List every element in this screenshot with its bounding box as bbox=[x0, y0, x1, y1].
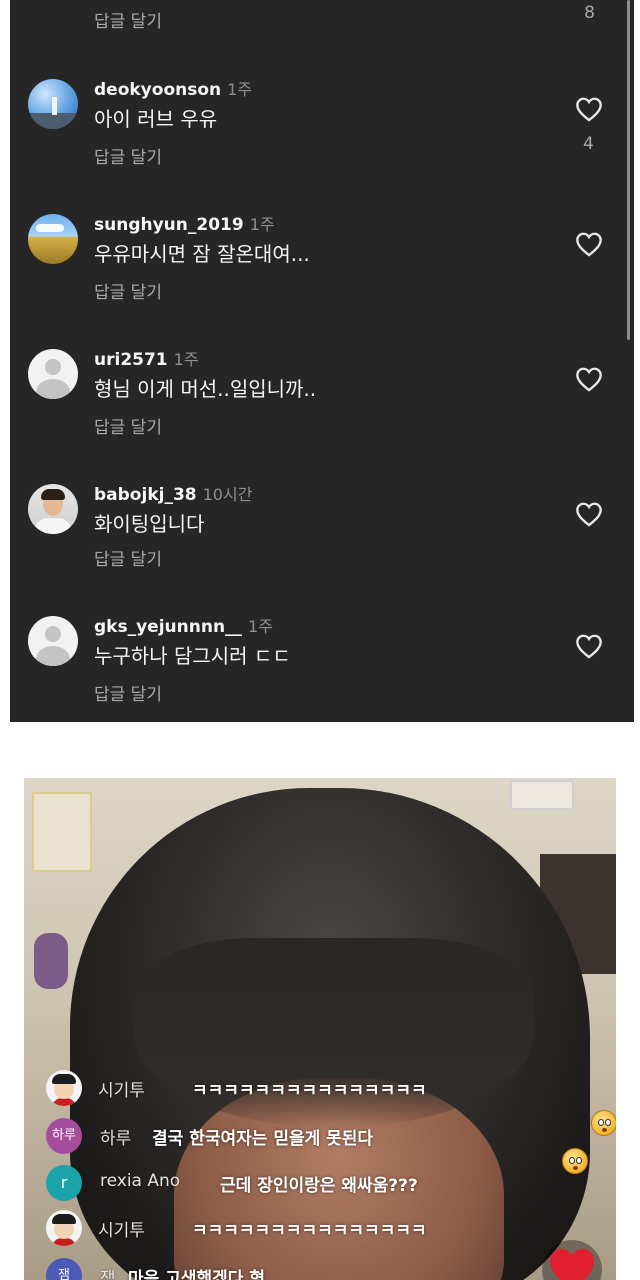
reply-button[interactable]: 답글 달기 bbox=[94, 143, 162, 168]
chat-text: ㅋㅋㅋㅋㅋㅋㅋㅋㅋㅋㅋㅋㅋㅋㅋ bbox=[192, 1221, 427, 1241]
comment-item: uri2571 1주 형님 이게 머선..일입니까.. 답글 달기 bbox=[10, 346, 634, 466]
flushed-emoji-icon bbox=[591, 1110, 616, 1136]
comment-item: deokyoonson 1주 아이 러브 우유 답글 달기 4 bbox=[10, 76, 634, 196]
comment-text: 형님 이게 머선..일입니까.. bbox=[94, 377, 317, 401]
comment-text: 우유마시면 잠 잘온대여... bbox=[94, 242, 310, 266]
comment-username[interactable]: sunghyun_2019 bbox=[94, 215, 244, 235]
chat-message: 시기투 ㅋㅋㅋㅋㅋㅋㅋㅋㅋㅋㅋㅋㅋㅋㅋ bbox=[46, 1210, 566, 1246]
comment-meta: deokyoonson 1주 bbox=[94, 76, 252, 100]
wall-socket bbox=[510, 780, 574, 810]
comment-item: gks_yejunnnn__ 1주 누구하나 담그시러 ㄷㄷ 답글 달기 bbox=[10, 613, 634, 722]
like-heart-icon[interactable] bbox=[575, 366, 603, 392]
like-heart-icon[interactable] bbox=[575, 231, 603, 257]
flushed-emoji-icon bbox=[562, 1148, 588, 1174]
wall-frame bbox=[32, 792, 92, 872]
avatar[interactable] bbox=[28, 79, 78, 129]
comment-text: 누구하나 담그시러 ㄷㄷ bbox=[94, 644, 291, 668]
chat-message: 하루 하루 결국 한국여자는 믿을게 못된다 bbox=[46, 1118, 566, 1154]
chat-text: ㅋㅋㅋㅋㅋㅋㅋㅋㅋㅋㅋㅋㅋㅋㅋ bbox=[192, 1081, 427, 1101]
reply-button[interactable]: 답글 달기 bbox=[94, 680, 162, 705]
reply-button[interactable]: 답글 달기 bbox=[94, 413, 162, 438]
comment-time: 1주 bbox=[173, 350, 199, 369]
comment-meta: gks_yejunnnn__ 1주 bbox=[94, 613, 273, 637]
like-heart-icon[interactable] bbox=[575, 96, 603, 122]
like-heart-icon[interactable] bbox=[575, 501, 603, 527]
avatar[interactable] bbox=[28, 349, 78, 399]
comment-text: 아이 러브 우유 bbox=[94, 107, 218, 131]
comment-meta: babojkj_38 10시간 bbox=[94, 481, 252, 505]
chat-username[interactable]: 하루 bbox=[100, 1124, 131, 1149]
like-count: 4 bbox=[583, 134, 594, 154]
chat-text: 근데 장인이랑은 왜싸움??? bbox=[220, 1176, 418, 1196]
comment-meta: sunghyun_2019 1주 bbox=[94, 211, 275, 235]
comment-item: babojkj_38 10시간 화이팅입니다 답글 달기 bbox=[10, 481, 634, 601]
avatar[interactable] bbox=[28, 214, 78, 264]
reply-button[interactable]: 답글 달기 bbox=[94, 7, 162, 32]
chat-message: r rexia Ano 근데 장인이랑은 왜싸움??? bbox=[46, 1165, 566, 1201]
comment-username[interactable]: deokyoonson bbox=[94, 80, 221, 100]
chat-avatar[interactable] bbox=[46, 1070, 82, 1106]
avatar[interactable] bbox=[28, 484, 78, 534]
reply-button[interactable]: 답글 달기 bbox=[94, 278, 162, 303]
chat-avatar[interactable]: 잼 bbox=[46, 1258, 82, 1280]
comment-item: sunghyun_2019 1주 우유마시면 잠 잘온대여... 답글 달기 bbox=[10, 211, 634, 331]
chat-avatar[interactable]: r bbox=[46, 1165, 82, 1201]
avatar[interactable] bbox=[28, 616, 78, 666]
comment-text: 화이팅입니다 bbox=[94, 512, 205, 536]
reply-button[interactable]: 답글 달기 bbox=[94, 545, 162, 570]
like-reaction-button[interactable] bbox=[542, 1240, 602, 1280]
comment-username[interactable]: babojkj_38 bbox=[94, 485, 197, 505]
live-video-frame: 시기투 ㅋㅋㅋㅋㅋㅋㅋㅋㅋㅋㅋㅋㅋㅋㅋ 하루 하루 결국 한국여자는 믿을게 못… bbox=[24, 778, 616, 1280]
comment-time: 1주 bbox=[227, 80, 253, 99]
chat-username[interactable]: 시기투 bbox=[98, 1076, 145, 1101]
chat-text: 결국 한국여자는 믿을게 못된다 bbox=[152, 1129, 374, 1149]
comment-time: 10시간 bbox=[202, 485, 253, 504]
chat-username[interactable]: 잼 bbox=[100, 1264, 116, 1280]
comment-username[interactable]: gks_yejunnnn__ bbox=[94, 617, 242, 637]
chat-username[interactable]: 시기투 bbox=[98, 1216, 145, 1241]
chat-message: 시기투 ㅋㅋㅋㅋㅋㅋㅋㅋㅋㅋㅋㅋㅋㅋㅋ bbox=[46, 1070, 566, 1106]
purple-object bbox=[34, 933, 68, 989]
heart-icon bbox=[550, 1249, 594, 1280]
comment-time: 1주 bbox=[249, 215, 275, 234]
chat-avatar[interactable] bbox=[46, 1210, 82, 1246]
comment-time: 1주 bbox=[248, 617, 273, 636]
comment-username[interactable]: uri2571 bbox=[94, 350, 168, 370]
comment-meta: uri2571 1주 bbox=[94, 346, 199, 370]
chat-text: 마음 고생했겠다 형 bbox=[128, 1269, 265, 1280]
chat-avatar[interactable]: 하루 bbox=[46, 1118, 82, 1154]
like-heart-icon[interactable] bbox=[575, 633, 603, 659]
comments-panel: 답글 달기 8 deokyoonson 1주 아이 러브 우유 답글 달기 4 s… bbox=[10, 0, 634, 722]
chat-message: 잼 잼 마음 고생했겠다 형 bbox=[46, 1258, 566, 1280]
chat-username[interactable]: rexia Ano bbox=[100, 1171, 180, 1191]
like-count: 8 bbox=[584, 3, 595, 23]
